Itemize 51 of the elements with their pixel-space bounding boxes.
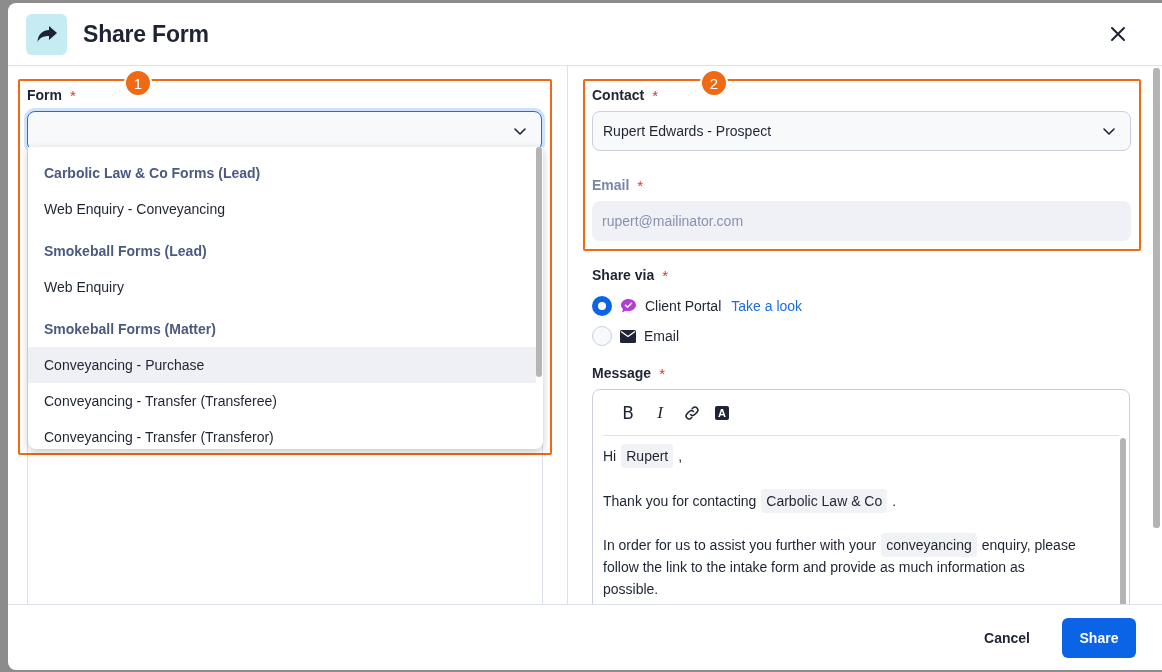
required-mark: * bbox=[70, 86, 76, 104]
merge-field[interactable]: conveyancing bbox=[881, 533, 977, 557]
share-icon bbox=[26, 13, 67, 55]
field-label: Email bbox=[592, 177, 630, 193]
option-group-heading: Smokeball Forms (Lead) bbox=[43, 242, 208, 261]
form-select[interactable] bbox=[27, 111, 542, 151]
dialog-title: Share Form bbox=[83, 20, 210, 48]
bold-button[interactable]: B bbox=[619, 402, 637, 423]
annotation-badge: 2 bbox=[700, 69, 728, 97]
merge-field[interactable]: Rupert bbox=[621, 444, 674, 468]
envelope-icon bbox=[620, 329, 636, 343]
scrollbar[interactable] bbox=[536, 147, 542, 377]
message-text: , bbox=[678, 447, 683, 466]
message-text: Hi bbox=[603, 447, 617, 466]
radio-button[interactable] bbox=[592, 326, 612, 346]
message-text: In order for us to assist you further with your bbox=[603, 536, 877, 555]
field-label: Contact bbox=[592, 87, 645, 103]
message-text: Thank you for contacting bbox=[603, 492, 757, 511]
text-color-button[interactable]: A bbox=[715, 405, 729, 420]
italic-button[interactable]: I bbox=[651, 402, 669, 423]
required-mark: * bbox=[662, 266, 669, 284]
message-text: . bbox=[892, 492, 897, 511]
merge-field[interactable]: Carbolic Law & Co bbox=[761, 489, 888, 513]
field-label: Message bbox=[592, 365, 652, 381]
take-a-look-link[interactable]: Take a look bbox=[731, 298, 803, 314]
contact-select[interactable]: Rupert Edwards - Prospect bbox=[592, 111, 1131, 151]
dropdown-option[interactable]: Web Enquiry bbox=[28, 269, 536, 305]
field-label: Share via bbox=[592, 267, 655, 283]
message-text: follow the link to the intake form and provide as much information as bbox=[603, 558, 1025, 577]
scrollbar[interactable] bbox=[1153, 68, 1160, 528]
message-text: enquiry, please bbox=[981, 536, 1076, 555]
dropdown-option[interactable]: Conveyancing - Transfer (Transferor) bbox=[28, 419, 536, 449]
link-icon[interactable] bbox=[683, 403, 701, 422]
option-group-heading: Smokeball Forms (Matter) bbox=[43, 320, 217, 339]
field-label: Form bbox=[27, 87, 62, 103]
required-mark: * bbox=[652, 86, 658, 104]
message-text: possible. bbox=[603, 580, 659, 599]
close-icon[interactable] bbox=[1108, 24, 1128, 44]
radio-label[interactable]: Email bbox=[644, 328, 679, 344]
required-mark: * bbox=[659, 364, 665, 382]
required-mark: * bbox=[637, 176, 644, 194]
share-button[interactable]: Share bbox=[1062, 617, 1136, 658]
dropdown-option[interactable]: Conveyancing - Transfer (Transferee) bbox=[28, 383, 536, 419]
dropdown-option[interactable]: Web Enquiry - Conveyancing bbox=[28, 191, 536, 227]
annotation-badge: 1 bbox=[124, 69, 152, 97]
radio-label[interactable]: Client Portal bbox=[645, 298, 722, 314]
chat-check-icon bbox=[620, 298, 637, 314]
cancel-button[interactable]: Cancel bbox=[980, 619, 1034, 656]
dropdown-option[interactable]: Conveyancing - Purchase bbox=[28, 347, 536, 383]
option-group-heading: Carbolic Law & Co Forms (Lead) bbox=[43, 164, 262, 183]
radio-button[interactable] bbox=[592, 296, 612, 316]
